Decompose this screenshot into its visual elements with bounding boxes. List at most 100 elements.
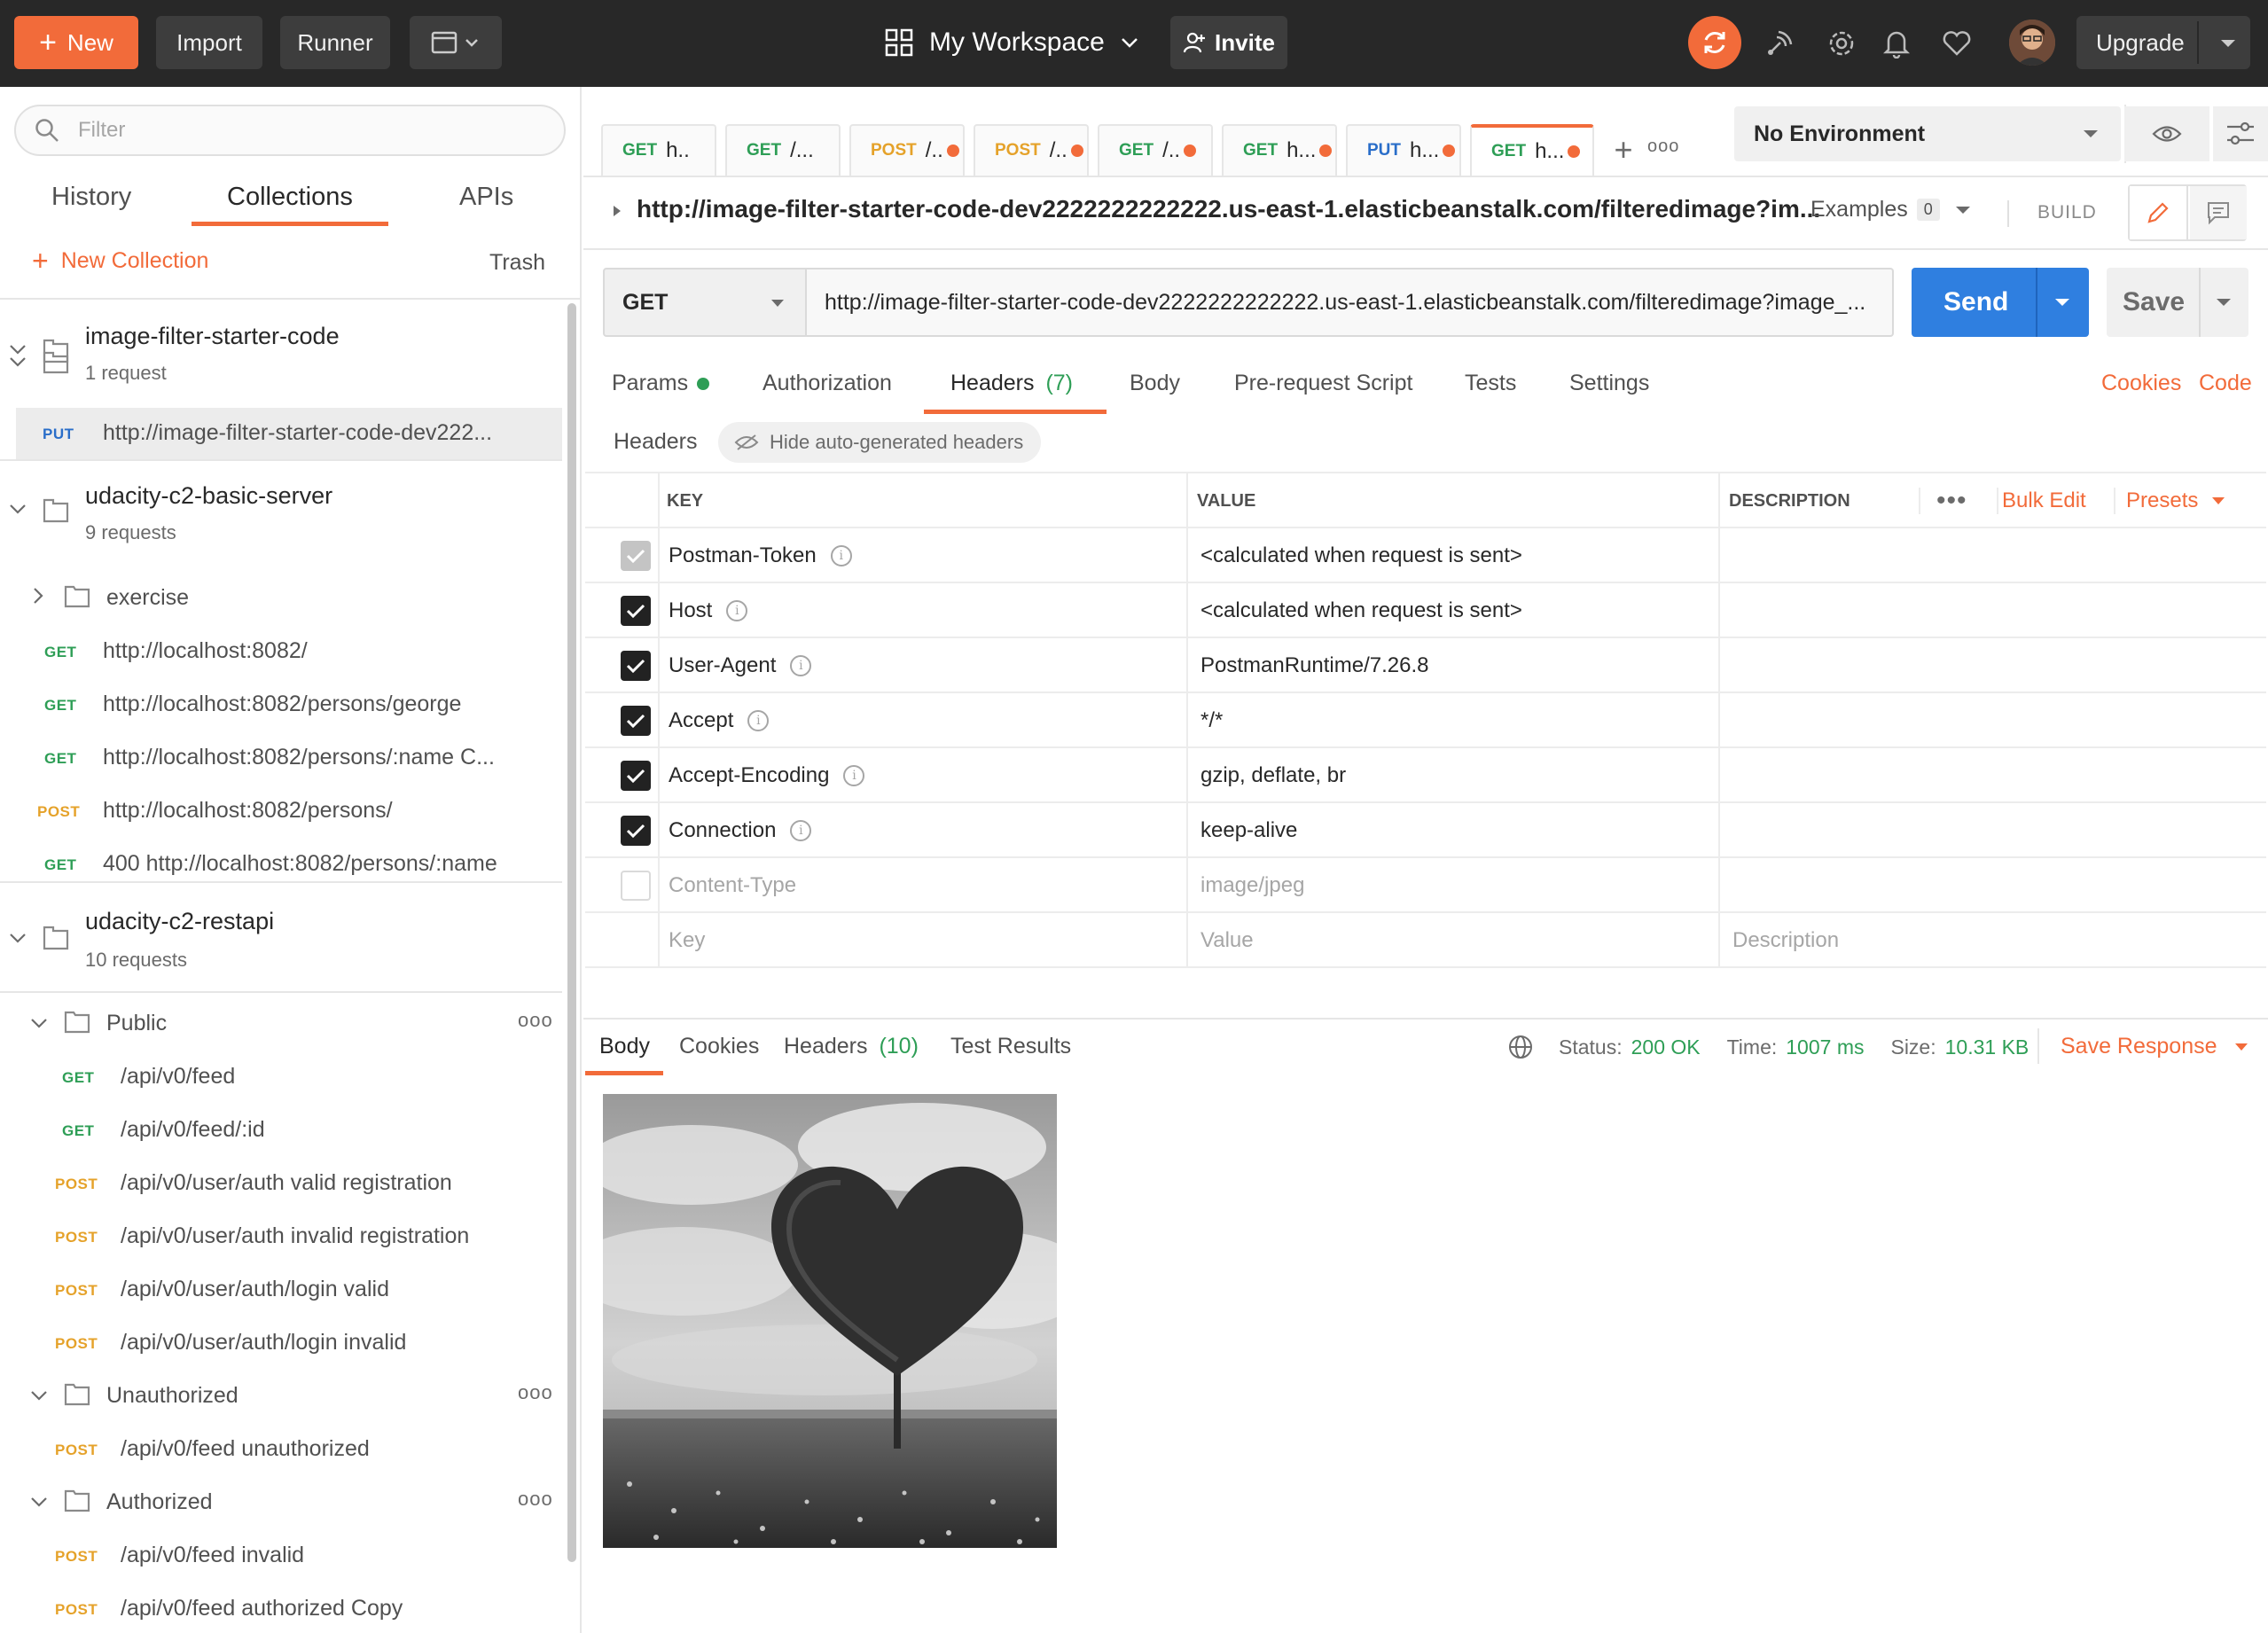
new-collection-button[interactable]: + New Collection [32,246,208,275]
row-checkbox[interactable] [621,541,651,571]
tab-history[interactable]: History [51,183,131,212]
info-icon[interactable]: i [726,600,748,621]
new-window-button[interactable] [410,16,502,69]
info-icon[interactable]: i [843,765,865,786]
header-value[interactable]: <calculated when request is sent> [1200,583,1522,638]
table-row[interactable]: Postman-Token i <calculated when request… [585,528,2266,583]
list-item[interactable]: POST /api/v0/feed invalid [0,1532,562,1578]
manage-environments-button[interactable] [2213,106,2268,161]
table-row[interactable]: Accept-Encoding i gzip, deflate, br [585,748,2266,803]
collection-header[interactable]: image-filter-starter-code 1 request [0,301,567,408]
request-tab[interactable]: GET h... [1222,124,1337,176]
invite-button[interactable]: Invite [1170,16,1287,69]
folder-public[interactable]: Public ooo [0,1000,562,1046]
list-item[interactable]: GET http://localhost:8082/persons/:name … [0,734,562,780]
header-value[interactable]: <calculated when request is sent> [1200,528,1522,583]
favorite-button[interactable] [1936,23,1977,64]
response-tab-cookies[interactable]: Cookies [679,1034,759,1059]
row-checkbox[interactable] [621,706,651,736]
request-tab[interactable]: POST /.. [849,124,965,176]
info-icon[interactable]: i [790,820,812,841]
list-item[interactable]: POST /api/v0/feed authorized Copy [0,1585,562,1631]
tab-params[interactable]: Params [612,371,710,396]
comments-button[interactable] [2190,186,2247,239]
status-value[interactable]: 200 OK [1631,1035,1701,1059]
more-options-icon[interactable]: ooo [518,1381,553,1404]
folder-unauthorized[interactable]: Unauthorized ooo [0,1372,562,1418]
list-item[interactable]: POST /api/v0/user/auth invalid registrat… [0,1213,562,1259]
more-options-icon[interactable]: ••• [1936,473,1967,528]
tab-body[interactable]: Body [1130,371,1180,396]
row-checkbox[interactable] [621,651,651,681]
cookies-link[interactable]: Cookies [2101,371,2181,396]
row-checkbox[interactable] [621,871,651,901]
list-item[interactable]: POST http://localhost:8082/persons/ [0,787,562,833]
header-value[interactable]: PostmanRuntime/7.26.8 [1200,638,1428,693]
hide-auto-headers-button[interactable]: Hide auto-generated headers [718,422,1042,463]
list-item[interactable]: GET 400 http://localhost:8082/persons/:n… [0,840,562,887]
folder-authorized[interactable]: Authorized ooo [0,1479,562,1525]
response-tab-headers[interactable]: Headers (10) [784,1034,919,1059]
presets-dropdown[interactable]: Presets [2126,473,2226,528]
request-tab[interactable]: GET /.. [1098,124,1213,176]
table-row-new[interactable]: Key Value Description [585,913,2266,968]
table-row[interactable]: User-Agent i PostmanRuntime/7.26.8 [585,638,2266,693]
more-tabs-icon[interactable]: ooo [1647,137,1679,157]
examples-dropdown[interactable]: Examples 0 [1810,197,1972,223]
request-tab[interactable]: GET h.. [601,124,716,176]
header-value[interactable]: keep-alive [1200,803,1297,858]
request-tab[interactable]: PUT h... [1346,124,1461,176]
collection-header[interactable]: udacity-c2-basic-server 9 requests [0,461,562,567]
tab-collections[interactable]: Collections [227,183,353,212]
avatar[interactable] [2009,20,2055,66]
tab-apis[interactable]: APIs [459,183,513,212]
list-item[interactable]: POST /api/v0/user/auth/login valid [0,1266,562,1312]
workspace-switcher[interactable]: My Workspace [885,16,1140,69]
edit-mode-button[interactable] [2130,186,2188,239]
request-tab-active[interactable]: GET h... [1470,124,1594,176]
caret-down-icon[interactable] [2053,297,2071,308]
method-select[interactable]: GET [603,268,807,337]
save-response-dropdown[interactable]: Save Response [2061,1034,2249,1059]
request-tab[interactable]: GET /... [725,124,841,176]
globe-icon[interactable] [1507,1034,1534,1060]
build-mode-label[interactable]: BUILD [2037,202,2097,223]
more-options-icon[interactable]: ooo [518,1009,553,1032]
folder-exercise[interactable]: exercise [0,574,562,621]
environment-select[interactable]: No Environment [1734,106,2121,161]
header-key[interactable]: Accept-Encoding i [669,748,865,803]
header-key[interactable]: Content-Type [669,858,796,913]
header-key[interactable]: Postman-Token i [669,528,852,583]
header-key[interactable]: Host i [669,583,748,638]
header-key[interactable]: Connection i [669,803,812,858]
tab-headers[interactable]: Headers (7) [950,371,1073,396]
notifications-button[interactable] [1876,23,1917,64]
row-checkbox[interactable] [621,816,651,846]
row-checkbox[interactable] [621,596,651,626]
environment-quick-look-button[interactable] [2124,106,2209,161]
new-value-input[interactable]: Value [1200,913,1254,968]
info-icon[interactable]: i [830,545,852,566]
list-item[interactable]: POST /api/v0/feed unauthorized [0,1426,562,1472]
list-item[interactable]: GET /api/v0/feed [0,1053,562,1099]
runner-button[interactable]: Runner [280,16,390,69]
caret-right-icon[interactable] [612,204,622,218]
row-checkbox[interactable] [621,761,651,791]
table-row[interactable]: Host i <calculated when request is sent> [585,583,2266,638]
new-tab-button[interactable]: + [1603,129,1644,170]
tab-settings[interactable]: Settings [1569,371,1649,396]
collection-header[interactable]: udacity-c2-restapi 10 requests [0,887,562,993]
tab-authorization[interactable]: Authorization [763,371,892,396]
request-breadcrumb[interactable]: http://image-filter-starter-code-dev2222… [637,195,1820,223]
list-item[interactable]: GET http://localhost:8082/ [0,628,562,674]
caret-down-icon[interactable] [2215,297,2233,308]
header-value[interactable]: */* [1200,693,1223,748]
list-item[interactable]: GET http://localhost:8082/persons/george [0,681,562,727]
table-row[interactable]: Connection i keep-alive [585,803,2266,858]
list-item-selected[interactable]: PUT http://image-filter-starter-code-dev… [16,408,562,459]
new-button[interactable]: + New [14,16,138,69]
interceptor-button[interactable] [1759,23,1800,64]
request-tab[interactable]: POST /.. [974,124,1089,176]
size-value[interactable]: 10.31 KB [1945,1035,2029,1059]
settings-button[interactable] [1821,23,1862,64]
